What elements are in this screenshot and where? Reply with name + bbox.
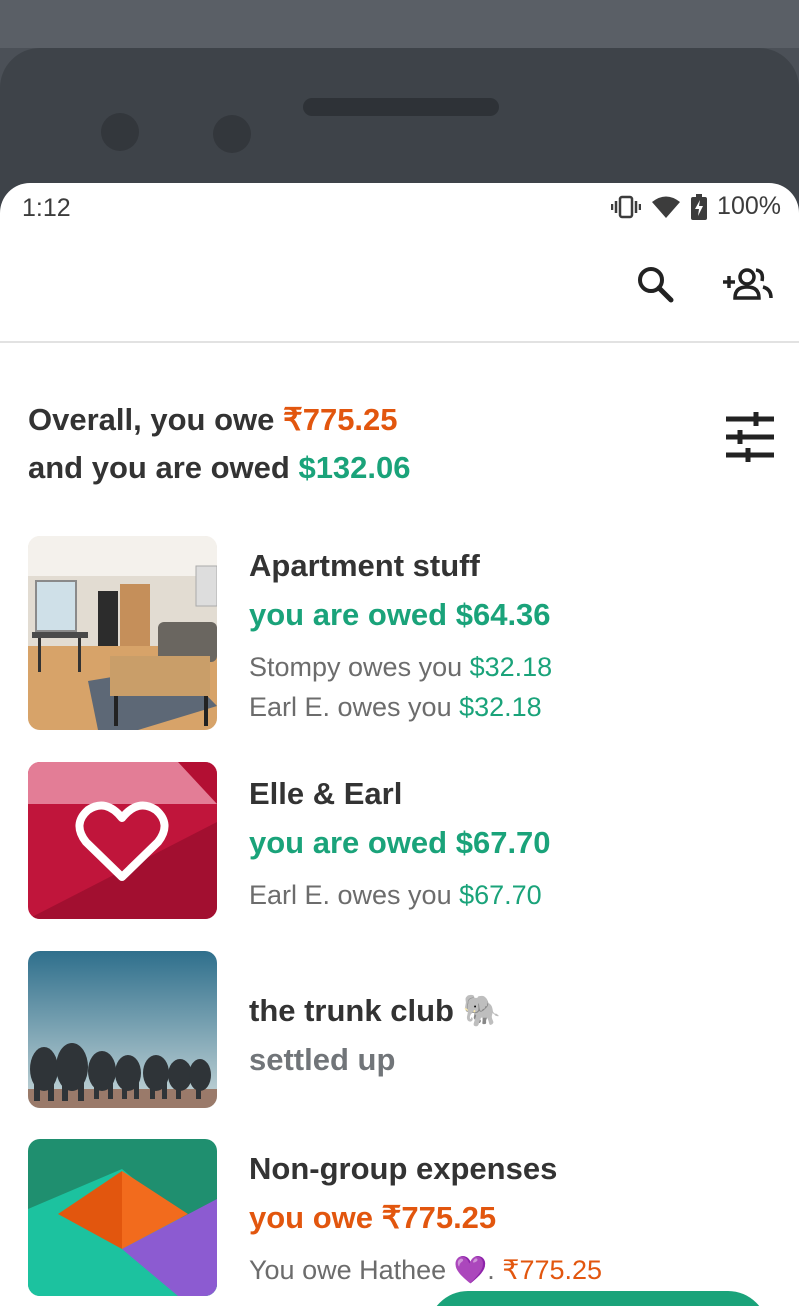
group-avatar-elle-earl xyxy=(28,762,217,919)
summary-owe-label: Overall, you owe xyxy=(28,402,283,437)
status-bar: 1:12 100% xyxy=(0,183,799,231)
battery-icon xyxy=(691,193,708,220)
device-bezel-top xyxy=(0,0,799,48)
summary-owed-amount: $132.06 xyxy=(298,450,411,485)
device-camera xyxy=(101,113,139,151)
group-name: the trunk club 🐘 xyxy=(249,993,502,1028)
status-time: 1:12 xyxy=(22,194,71,222)
add-expense-fab[interactable] xyxy=(428,1291,768,1306)
group-name: Elle & Earl xyxy=(249,776,403,811)
balance-line-text: You owe Hathee 💜. xyxy=(249,1255,503,1285)
balance-line-amount: ₹775.25 xyxy=(502,1255,603,1285)
group-info: the trunk club 🐘 settled up xyxy=(249,991,501,1080)
group-balance-lines: Earl E. owes you $67.70 xyxy=(249,875,551,915)
balance-line-amount: $32.18 xyxy=(469,652,553,682)
balance-line-text: Earl E. owes you xyxy=(249,692,460,722)
battery-percent: 100% xyxy=(717,192,781,220)
group-info: Non-group expenses you owe ₹775.25 You o… xyxy=(249,1149,602,1290)
balance-line-amount: $32.18 xyxy=(459,692,542,722)
group-status: you owe ₹775.25 xyxy=(249,1200,497,1235)
search-button[interactable] xyxy=(630,261,680,311)
filter-icon xyxy=(722,412,778,469)
group-status: you are owed $67.70 xyxy=(249,825,551,860)
add-group-button[interactable] xyxy=(721,261,773,311)
group-name: Apartment stuff xyxy=(249,548,480,583)
group-avatar-trunk-club xyxy=(28,951,217,1108)
group-status: settled up xyxy=(249,1042,396,1077)
group-name: Non-group expenses xyxy=(249,1151,558,1186)
status-icons: 100% xyxy=(611,192,781,221)
app-screen: 1:12 100% Overall, you owe ₹775.25 and y… xyxy=(0,183,799,1306)
device-speaker xyxy=(303,98,499,116)
summary-owed-line: and you are owed $132.06 xyxy=(28,444,411,492)
balance-line: Earl E. owes you $67.70 xyxy=(249,875,551,915)
filter-button[interactable] xyxy=(722,409,778,465)
summary-owe-line: Overall, you owe ₹775.25 xyxy=(28,396,411,444)
wifi-icon xyxy=(651,195,681,219)
group-avatar-apartment xyxy=(28,536,217,730)
balance-summary: Overall, you owe ₹775.25 and you are owe… xyxy=(28,396,411,492)
vibrate-icon xyxy=(611,195,642,219)
group-avatar-non-group xyxy=(28,1139,217,1296)
add-group-icon xyxy=(721,266,773,307)
balance-line-text: Earl E. owes you xyxy=(249,880,460,910)
summary-owe-amount: ₹775.25 xyxy=(282,402,398,437)
summary-owed-label: and you are owed xyxy=(28,450,299,485)
balance-line: Earl E. owes you $32.18 xyxy=(249,687,552,727)
app-bar xyxy=(0,231,799,343)
device-sensor xyxy=(213,115,251,153)
group-status: you are owed $64.36 xyxy=(249,597,551,632)
group-balance-lines: Stompy owes you $32.18 Earl E. owes you … xyxy=(249,647,552,727)
balance-line: Stompy owes you $32.18 xyxy=(249,647,552,687)
group-info: Apartment stuff you are owed $64.36 Stom… xyxy=(249,546,552,727)
group-info: Elle & Earl you are owed $67.70 Earl E. … xyxy=(249,774,551,915)
group-balance-lines: You owe Hathee 💜. ₹775.25 xyxy=(249,1250,602,1290)
search-icon xyxy=(635,264,675,309)
balance-line-amount: $67.70 xyxy=(459,880,542,910)
balance-line-text: Stompy owes you xyxy=(249,652,470,682)
balance-line: You owe Hathee 💜. ₹775.25 xyxy=(249,1250,602,1290)
